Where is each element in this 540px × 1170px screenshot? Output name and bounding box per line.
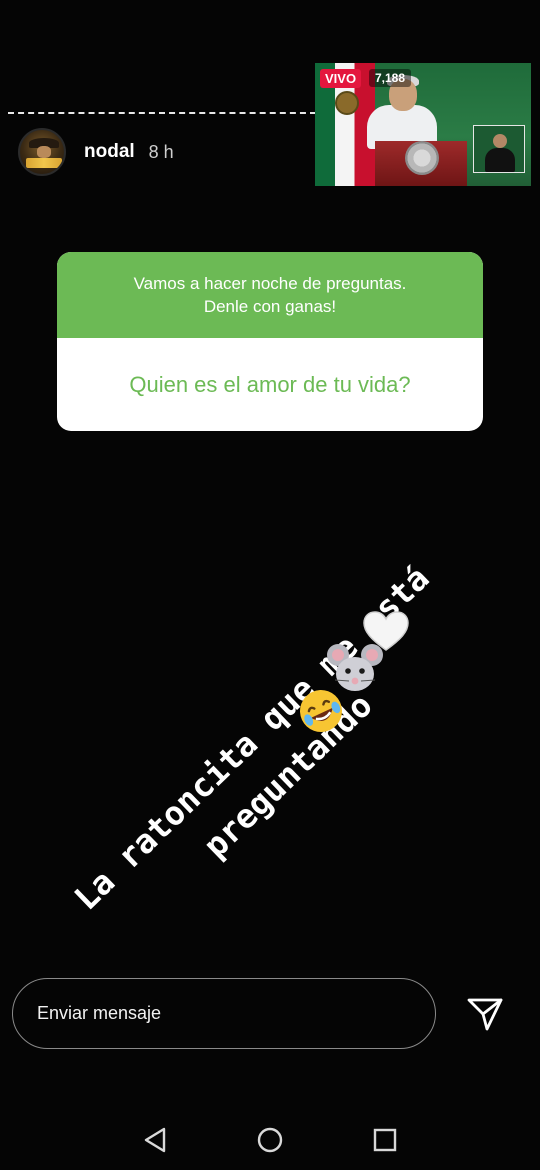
question-answer: Quien es el amor de tu vida? xyxy=(57,338,483,431)
live-badge: VIVO xyxy=(320,69,362,88)
system-navigation-bar xyxy=(0,1110,540,1170)
viewer-count: 7,188 xyxy=(369,69,412,87)
question-prompt-text: Vamos a hacer noche de preguntas. Denle … xyxy=(133,274,407,316)
nav-recent-apps-icon[interactable] xyxy=(372,1127,398,1153)
post-time: 8 h xyxy=(148,141,174,162)
story-screen[interactable]: nodal 8 h VIVO 7,188 Vamos a hacer noche… xyxy=(0,0,540,1170)
nav-home-icon[interactable] xyxy=(256,1126,284,1154)
question-prompt: Vamos a hacer noche de preguntas. Denle … xyxy=(57,252,483,338)
live-video-thumbnail[interactable]: VIVO 7,188 xyxy=(315,63,531,186)
nav-back-icon[interactable] xyxy=(142,1126,168,1154)
question-sticker[interactable]: Vamos a hacer noche de preguntas. Denle … xyxy=(57,252,483,431)
story-progress-bar xyxy=(8,112,316,114)
rolling-on-floor-laughing-icon xyxy=(300,690,342,732)
username[interactable]: nodal xyxy=(84,141,135,163)
send-message-input[interactable]: Enviar mensaje xyxy=(12,978,436,1049)
question-answer-text: Quien es el amor de tu vida? xyxy=(129,371,411,397)
story-caption: La ratoncita que me está preguntando xyxy=(66,558,437,918)
send-message-placeholder: Enviar mensaje xyxy=(37,1003,162,1023)
send-icon[interactable] xyxy=(466,996,504,1032)
avatar[interactable] xyxy=(18,128,66,176)
sign-language-interpreter-inset xyxy=(473,125,525,173)
story-header: nodal 8 h xyxy=(18,127,174,177)
